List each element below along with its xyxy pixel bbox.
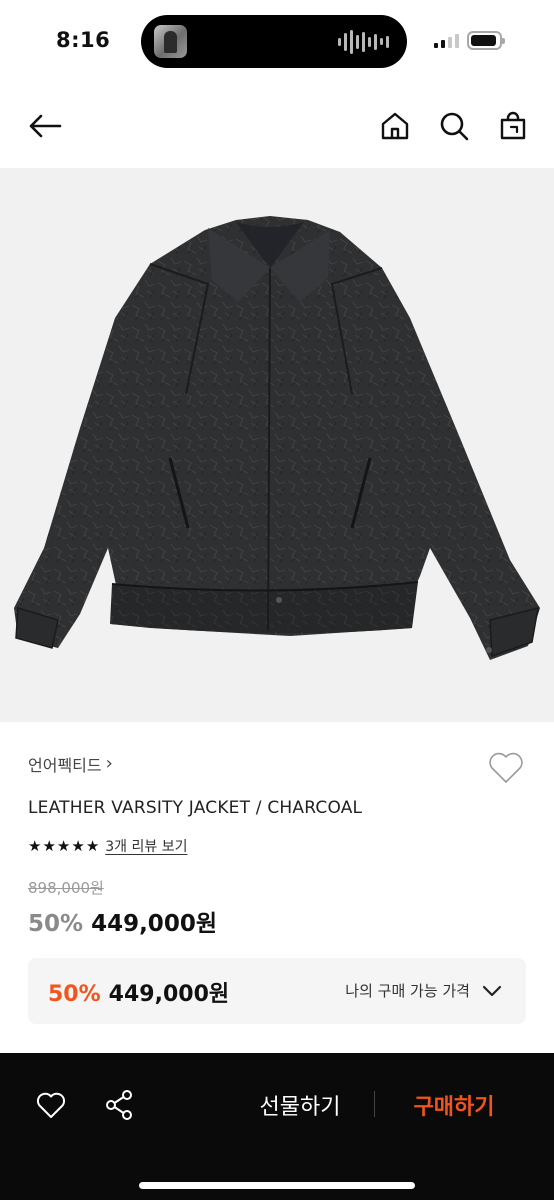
star-icon: ★ xyxy=(56,836,71,855)
leather-jacket-image xyxy=(14,216,540,660)
status-bar: 8:16 xyxy=(0,0,554,84)
my-discount-rate: 50% xyxy=(48,982,101,1007)
sale-price: 449,000원 xyxy=(91,911,217,937)
wishlist-button[interactable] xyxy=(486,748,526,788)
my-price: 449,000원 xyxy=(108,982,230,1007)
arrow-left-icon xyxy=(29,114,62,138)
star-icon: ★ xyxy=(42,836,56,855)
battery-icon xyxy=(467,31,505,50)
home-button[interactable] xyxy=(375,106,415,146)
buy-button[interactable]: 구매하기 xyxy=(396,1083,512,1127)
cellular-signal-icon xyxy=(434,34,459,48)
search-button[interactable] xyxy=(434,106,474,146)
chevron-right-icon: › xyxy=(105,753,113,774)
share-icon xyxy=(106,1090,132,1120)
brand-name: 언어펙티드 xyxy=(28,756,102,775)
review-link[interactable]: 3개 리뷰 보기 xyxy=(105,836,187,856)
star-icon: ★ xyxy=(71,836,85,855)
price-row: 50% 449,000원 xyxy=(28,904,217,938)
search-icon xyxy=(440,112,469,141)
chevron-down-icon xyxy=(482,985,502,996)
divider xyxy=(374,1091,375,1117)
dynamic-island[interactable] xyxy=(141,15,407,68)
brand-link[interactable]: 언어펙티드 › xyxy=(28,752,113,776)
heart-icon xyxy=(489,752,523,783)
now-playing-artwork xyxy=(154,25,187,58)
bottom-wishlist-button[interactable] xyxy=(31,1085,71,1125)
star-icon: ★ xyxy=(85,836,100,855)
top-navigation xyxy=(0,98,554,154)
rating-stars: ★ ★ ★ ★ ★ xyxy=(28,836,100,855)
status-time: 8:16 xyxy=(56,28,111,52)
heart-icon xyxy=(36,1092,66,1118)
shopping-bag-icon xyxy=(500,111,526,140)
star-icon: ★ xyxy=(28,836,42,855)
rating-row: ★ ★ ★ ★ ★ 3개 리뷰 보기 xyxy=(28,836,187,856)
product-title: LEATHER VARSITY JACKET / CHARCOAL xyxy=(28,798,363,818)
my-price-expander: 나의 구매 가능 가격 xyxy=(345,980,502,1001)
bottom-action-bar: 선물하기 구매하기 xyxy=(0,1053,554,1200)
my-price-value: 50% 449,000원 xyxy=(48,976,229,1008)
home-indicator[interactable] xyxy=(139,1182,415,1189)
share-button[interactable] xyxy=(99,1085,139,1125)
gift-button[interactable]: 선물하기 xyxy=(240,1083,360,1127)
discount-rate: 50% xyxy=(28,911,84,937)
home-icon xyxy=(381,112,409,140)
audio-waveform-icon xyxy=(338,29,389,54)
back-button[interactable] xyxy=(25,106,65,146)
original-price: 898,000원 xyxy=(28,879,104,897)
my-price-toggle[interactable]: 50% 449,000원 나의 구매 가능 가격 xyxy=(28,958,526,1024)
product-image[interactable] xyxy=(0,168,554,722)
cart-button[interactable] xyxy=(493,106,533,146)
my-price-label: 나의 구매 가능 가격 xyxy=(345,982,470,1000)
